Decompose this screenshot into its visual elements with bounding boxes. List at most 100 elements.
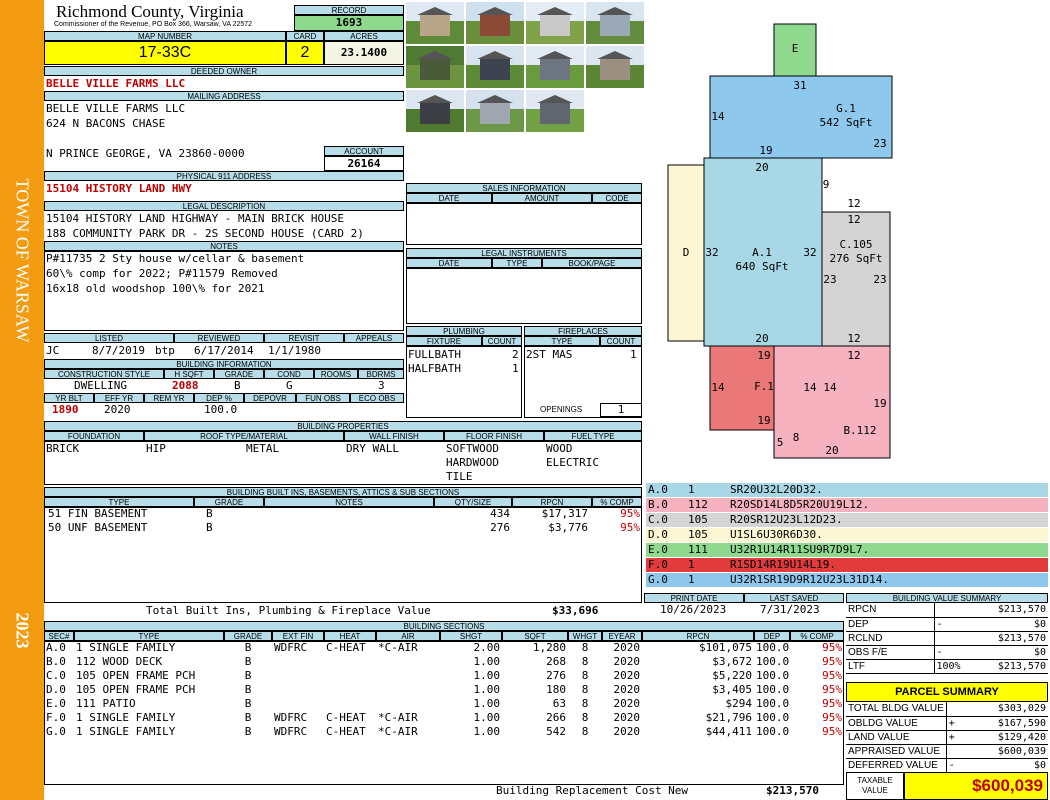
- section-type: 111 PATIO: [76, 697, 136, 710]
- section-grade: B: [244, 725, 252, 738]
- builtin-rpcn-header: RPCN: [512, 497, 592, 507]
- bvs-value: $0: [964, 617, 1048, 632]
- property-photo: [406, 46, 464, 88]
- parcel-value: $303,029: [976, 702, 1048, 717]
- sales-table: [406, 203, 642, 245]
- property-photo: [406, 2, 464, 44]
- section-eyear: 2020: [613, 725, 641, 738]
- taxable-value: $600,039: [904, 772, 1048, 800]
- mailing-line-3: N PRINCE GEORGE, VA 23860-0000: [46, 147, 245, 160]
- section-shgt: 2.00: [473, 641, 501, 654]
- notes-line-3: 16x18 old woodshop 100\% for 2021: [46, 282, 265, 295]
- account-number: 26164: [324, 156, 404, 171]
- section-air: *C-AIR: [378, 725, 418, 738]
- floor-finish: TILE: [446, 470, 473, 483]
- segment-sec: C.0: [648, 513, 668, 526]
- acres-label: ACRES: [324, 31, 404, 41]
- physical-address: 15104 HISTORY LAND HWY: [46, 182, 192, 195]
- record-label: RECORD: [294, 5, 404, 15]
- section-air: *C-AIR: [378, 711, 418, 724]
- dimension-label: 19: [759, 144, 772, 157]
- segment-code: 112: [688, 498, 708, 511]
- builtin-grade: B: [206, 521, 213, 534]
- section-rpcn: $3,405: [712, 683, 752, 696]
- mailing-line-2: 624 N BACONS CHASE: [46, 117, 166, 130]
- builtins-total: $33,696: [552, 604, 599, 617]
- section-comp: 95%: [822, 655, 842, 668]
- bvs-table: RPCN $213,570 DEP - $0 RCLND $213,570 OBS F/E - $…: [846, 603, 1048, 674]
- builtin-comp: 95%: [620, 521, 640, 534]
- area-label: C.105: [839, 238, 872, 251]
- house-shape: [480, 102, 510, 124]
- section-comp: 95%: [822, 683, 842, 696]
- house-shape: [600, 14, 630, 36]
- last-saved-label: LAST SAVED: [744, 593, 844, 603]
- section-grade: B: [244, 683, 252, 696]
- section-rpcn: $44,411: [705, 725, 752, 738]
- dimension-label: 23: [873, 273, 886, 286]
- parcel-key: TOTAL BLDG VALUE: [846, 702, 947, 717]
- print-date-label: PRINT DATE: [644, 593, 744, 603]
- reviewed-label: REVIEWED: [174, 333, 264, 343]
- segment-row: D.0 105 U1SL6U30R6D30.: [646, 528, 1048, 542]
- section-ext: WDFRC: [274, 641, 308, 654]
- section-dep: 100.0: [756, 711, 790, 724]
- parcel-sign: +: [946, 730, 977, 745]
- house-shape: [540, 102, 570, 124]
- section-rpcn: $294: [725, 697, 753, 710]
- section-heat: C-HEAT: [326, 641, 366, 654]
- segment-path: U32R1SR19D9R12U23L31D14.: [730, 573, 889, 586]
- mailing-line-1: BELLE VILLE FARMS LLC: [46, 102, 186, 115]
- instr-date-header: DATE: [406, 258, 492, 268]
- building-value-summary-label: BUILDING VALUE SUMMARY: [846, 593, 1048, 603]
- property-photo: [586, 2, 644, 44]
- section-sec: F.0: [46, 711, 66, 724]
- town-name: TOWN OF WARSAW: [12, 178, 33, 343]
- bdrms-header: BDRMS: [358, 369, 404, 379]
- grade-value: B: [234, 379, 241, 392]
- legal-line-1: 15104 HISTORY LAND HIGHWAY - MAIN BRICK …: [46, 212, 345, 225]
- plumbing-fixture: HALFBATH: [408, 362, 461, 375]
- section-sec: B.0: [46, 655, 66, 668]
- taxable-label-box: TAXABLE VALUE: [846, 772, 904, 800]
- roof-shape: [597, 51, 633, 59]
- sales-information-label: SALES INFORMATION: [406, 183, 642, 193]
- parcel-row: LAND VALUE + $129,420: [846, 730, 1048, 745]
- section-whgt: 8: [581, 711, 589, 724]
- section-rpcn: $101,075: [699, 641, 752, 654]
- section-whgt: 8: [581, 669, 589, 682]
- segment-path: R20SD14L8D5R20U19L12.: [730, 498, 870, 511]
- legal-line-2: 188 COMMUNITY PARK DR - 2S SECOND HOUSE …: [46, 227, 364, 240]
- dimension-label: 19: [873, 397, 886, 410]
- parcel-key: APPRAISED VALUE: [846, 744, 947, 759]
- section-sqft: 266: [546, 711, 566, 724]
- area-label: G.1: [836, 102, 856, 115]
- section-grade: B: [244, 669, 252, 682]
- floor-header: FLOOR FINISH: [444, 431, 544, 441]
- section-dep: 100.0: [756, 655, 790, 668]
- segment-row: B.0 112 R20SD14L8D5R20U19L12.: [646, 498, 1048, 512]
- section-whgt: 8: [581, 641, 589, 654]
- openings-value: 1: [600, 403, 642, 417]
- fireplaces-label: FIREPLACES: [524, 326, 642, 336]
- section-comp: 95%: [822, 725, 842, 738]
- section-shgt: 1.00: [473, 725, 501, 738]
- roof-shape: [537, 51, 573, 59]
- section-grade: B: [244, 697, 252, 710]
- roof-shape: [477, 7, 513, 15]
- section-eyear: 2020: [613, 641, 641, 654]
- house-shape: [420, 58, 450, 80]
- foundation-value: BRICK: [46, 442, 80, 455]
- builtin-qty: 276: [490, 521, 510, 534]
- parcel-table: TOTAL BLDG VALUE $303,029 OBLDG VALUE + $167…: [846, 702, 1048, 773]
- last-saved-date: 7/31/2023: [760, 603, 820, 616]
- segment-row: C.0 105 R20SR12U23L12D23.: [646, 513, 1048, 527]
- roof-shape: [597, 7, 633, 15]
- reviewer-initials: btp: [155, 344, 175, 357]
- section-shgt: 1.00: [473, 683, 501, 696]
- section-type: 105 OPEN FRAME PCH: [76, 683, 196, 696]
- revisit-label: REVISIT: [264, 333, 344, 343]
- bvs-key: RCLND: [846, 631, 935, 646]
- builtin-qty-header: QTY/SIZE: [434, 497, 512, 507]
- house-shape: [540, 14, 570, 36]
